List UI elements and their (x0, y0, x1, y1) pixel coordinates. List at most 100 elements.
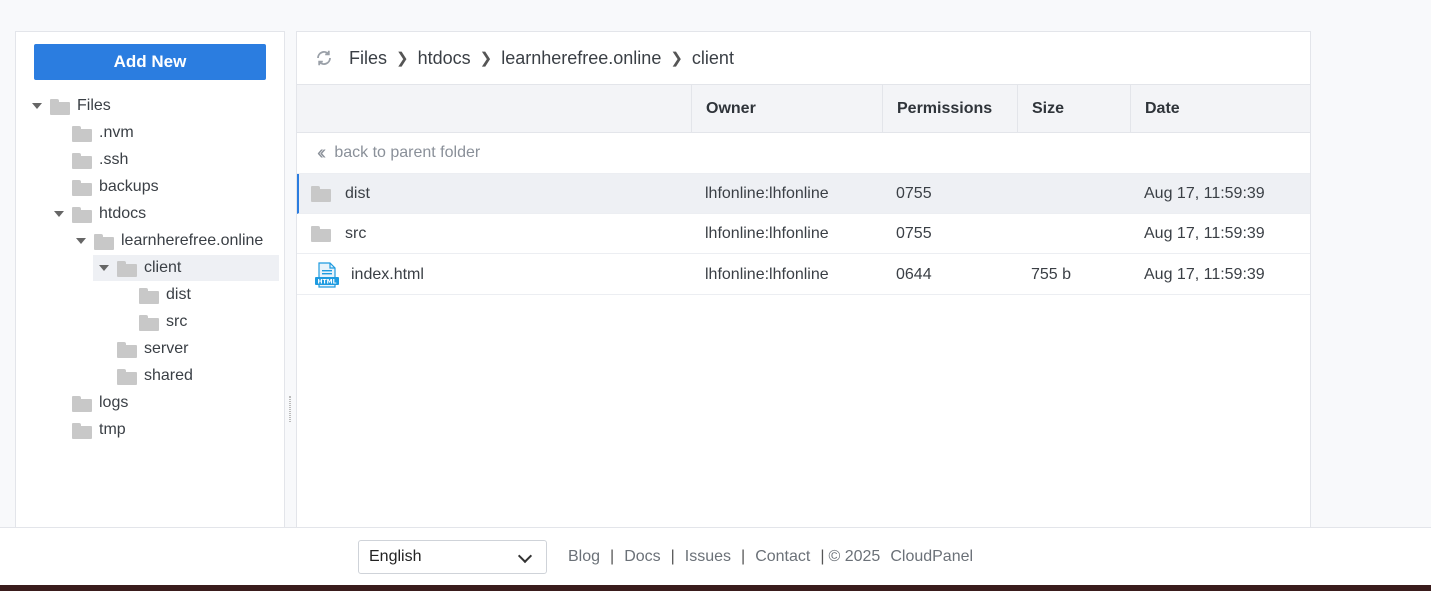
folder-icon (94, 233, 114, 250)
caret-placeholder (54, 182, 64, 192)
column-header-owner[interactable]: Owner (691, 85, 882, 133)
refresh-icon[interactable] (315, 49, 333, 67)
caret-down-icon[interactable] (76, 236, 86, 246)
footer-links: Blog | Docs | Issues | Contact | © 2025 … (568, 528, 973, 586)
caret-placeholder (99, 371, 109, 381)
tree-item-label: server (144, 340, 189, 357)
language-select-value: English (369, 548, 422, 565)
caret-down-icon[interactable] (54, 209, 64, 219)
tree-item-label: shared (144, 367, 193, 384)
folder-icon (72, 206, 92, 223)
tree-item-logs[interactable]: logs (54, 390, 128, 416)
folder-icon (72, 179, 92, 196)
tree-item-label: .nvm (99, 124, 134, 141)
table-row[interactable]: dist lhfonline:lhfonline 0755 Aug 17, 11… (297, 174, 1310, 214)
language-select[interactable]: English (358, 540, 547, 574)
table-row[interactable]: src lhfonline:lhfonline 0755 Aug 17, 11:… (297, 214, 1310, 254)
footer-link-contact[interactable]: Contact (755, 548, 810, 566)
copyright-text: © 2025 (828, 548, 881, 565)
tree-item-tmp[interactable]: tmp (54, 417, 126, 443)
caret-down-icon[interactable] (32, 101, 42, 111)
separator: | (741, 548, 746, 565)
file-name-cell: src (311, 214, 366, 254)
tree-item-label: Files (77, 97, 111, 114)
table-row[interactable]: HTML index.html lhfonline:lhfonline 0644… (297, 255, 1310, 295)
breadcrumb-site[interactable]: learnherefree.online (501, 48, 661, 69)
column-header-size[interactable]: Size (1017, 85, 1130, 133)
caret-placeholder (54, 128, 64, 138)
folder-icon (311, 225, 333, 243)
separator: | (820, 548, 825, 565)
footer-link-issues[interactable]: Issues (685, 548, 731, 566)
column-header-permissions[interactable]: Permissions (882, 85, 1017, 133)
tree-item-learnherefree-online[interactable]: learnherefree.online (76, 228, 263, 254)
file-name: dist (345, 185, 370, 202)
footer-link-cloudpanel[interactable]: CloudPanel (890, 548, 973, 566)
caret-placeholder (99, 344, 109, 354)
chevron-right-icon: ❯ (479, 50, 493, 67)
table-header: Owner Permissions Size Date (297, 85, 1310, 133)
tree-item-shared[interactable]: shared (99, 363, 193, 389)
svg-text:HTML: HTML (318, 279, 337, 286)
tree-item-backups[interactable]: backups (54, 174, 159, 200)
footer-link-blog[interactable]: Blog (568, 548, 600, 566)
tree-item-label: tmp (99, 421, 126, 438)
tree-item-files[interactable]: Files (32, 93, 111, 119)
permissions-cell: 0644 (896, 266, 932, 283)
tree-item-client[interactable]: client (93, 255, 279, 281)
folder-icon (50, 98, 70, 115)
tree-item-dist[interactable]: dist (121, 282, 191, 308)
tree-item-label: learnherefree.online (121, 232, 264, 249)
footer-link-docs[interactable]: Docs (624, 548, 660, 566)
folder-icon (139, 287, 159, 304)
panel-resize-handle[interactable] (289, 396, 291, 422)
taskbar-edge (0, 585, 1431, 591)
separator: | (610, 548, 615, 565)
owner-cell: lhfonline:lhfonline (705, 225, 829, 242)
column-header-date[interactable]: Date (1130, 85, 1310, 133)
tree-item-src[interactable]: src (121, 309, 187, 335)
column-header-name[interactable] (297, 85, 691, 133)
footer: English Blog | Docs | Issues | Contact |… (0, 527, 1431, 585)
folder-icon (117, 368, 137, 385)
breadcrumb: Files ❯ htdocs ❯ learnherefree.online ❯ … (297, 32, 1310, 85)
tree-item-label: src (166, 313, 188, 330)
tree-item-label: .ssh (99, 151, 129, 168)
folder-icon (117, 341, 137, 358)
tree-item-label: logs (99, 394, 129, 411)
tree-item-htdocs[interactable]: htdocs (54, 201, 146, 227)
date-cell: Aug 17, 11:59:39 (1144, 266, 1265, 283)
back-label: back to parent folder (334, 144, 481, 161)
add-new-button[interactable]: Add New (34, 44, 266, 80)
file-name-cell: HTML index.html (315, 255, 424, 295)
tree-item-server[interactable]: server (99, 336, 188, 362)
folder-icon (72, 125, 92, 142)
breadcrumb-files[interactable]: Files (349, 48, 387, 69)
tree-item-ssh[interactable]: .ssh (54, 147, 128, 173)
tree-item-label: backups (99, 178, 159, 195)
file-list-panel: Files ❯ htdocs ❯ learnherefree.online ❯ … (296, 31, 1311, 528)
folder-icon (72, 422, 92, 439)
tree-item-label: dist (166, 286, 191, 303)
breadcrumb-htdocs[interactable]: htdocs (418, 48, 471, 69)
folder-icon (72, 152, 92, 169)
caret-placeholder (121, 290, 131, 300)
chevron-down-icon (517, 548, 533, 564)
folder-icon (72, 395, 92, 412)
folder-icon (117, 260, 137, 277)
separator: | (670, 548, 675, 565)
back-to-parent-row[interactable]: ‹‹ back to parent folder (297, 133, 1310, 174)
size-cell: 755 b (1031, 266, 1072, 283)
html-file-icon: HTML (315, 262, 339, 288)
date-cell: Aug 17, 11:59:39 (1144, 185, 1265, 202)
caret-placeholder (54, 398, 64, 408)
breadcrumb-client[interactable]: client (692, 48, 734, 69)
tree-item-nvm[interactable]: .nvm (54, 120, 134, 146)
tree-item-label: htdocs (99, 205, 147, 222)
folder-icon (311, 185, 333, 203)
chevron-right-icon: ❯ (396, 50, 409, 67)
caret-down-icon[interactable] (99, 263, 109, 273)
tree-item-label: client (144, 259, 182, 276)
owner-cell: lhfonline:lhfonline (705, 185, 829, 202)
caret-placeholder (54, 155, 64, 165)
